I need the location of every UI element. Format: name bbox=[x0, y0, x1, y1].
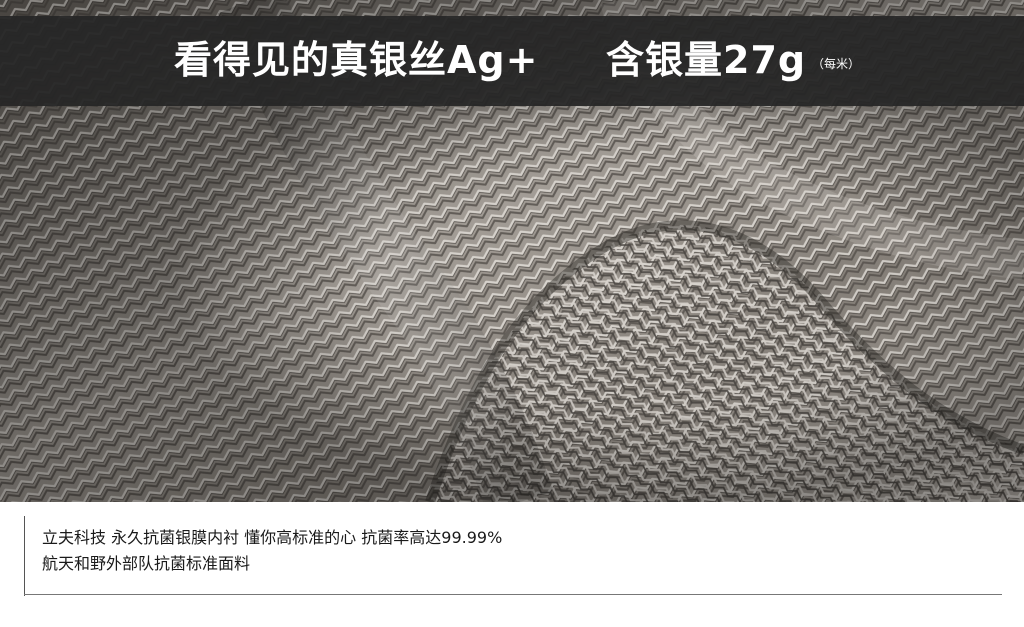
caption-area: 立夫科技 永久抗菌银膜内衬 懂你高标准的心 抗菌率高达99.99% 航天和野外部… bbox=[0, 502, 1024, 627]
silver-fabric-image: 看得见的真银丝Ag+ 含银量27g （每米） bbox=[0, 0, 1024, 502]
caption-vertical-divider bbox=[24, 516, 25, 596]
caption-horizontal-divider bbox=[24, 594, 1002, 595]
silver-content-unit: （每米） bbox=[812, 57, 861, 71]
title-banner: 看得见的真银丝Ag+ 含银量27g （每米） bbox=[0, 16, 1024, 106]
banner-title: 看得见的真银丝Ag+ bbox=[174, 38, 539, 82]
caption-line-1: 立夫科技 永久抗菌银膜内衬 懂你高标准的心 抗菌率高达99.99% bbox=[42, 528, 503, 547]
caption-line-2: 航天和野外部队抗菌标准面料 bbox=[42, 554, 251, 573]
silver-content-amount: 含银量27g bbox=[606, 38, 807, 82]
product-page: 看得见的真银丝Ag+ 含银量27g （每米） 立夫科技 永久抗菌银膜内衬 懂你高… bbox=[0, 0, 1024, 627]
